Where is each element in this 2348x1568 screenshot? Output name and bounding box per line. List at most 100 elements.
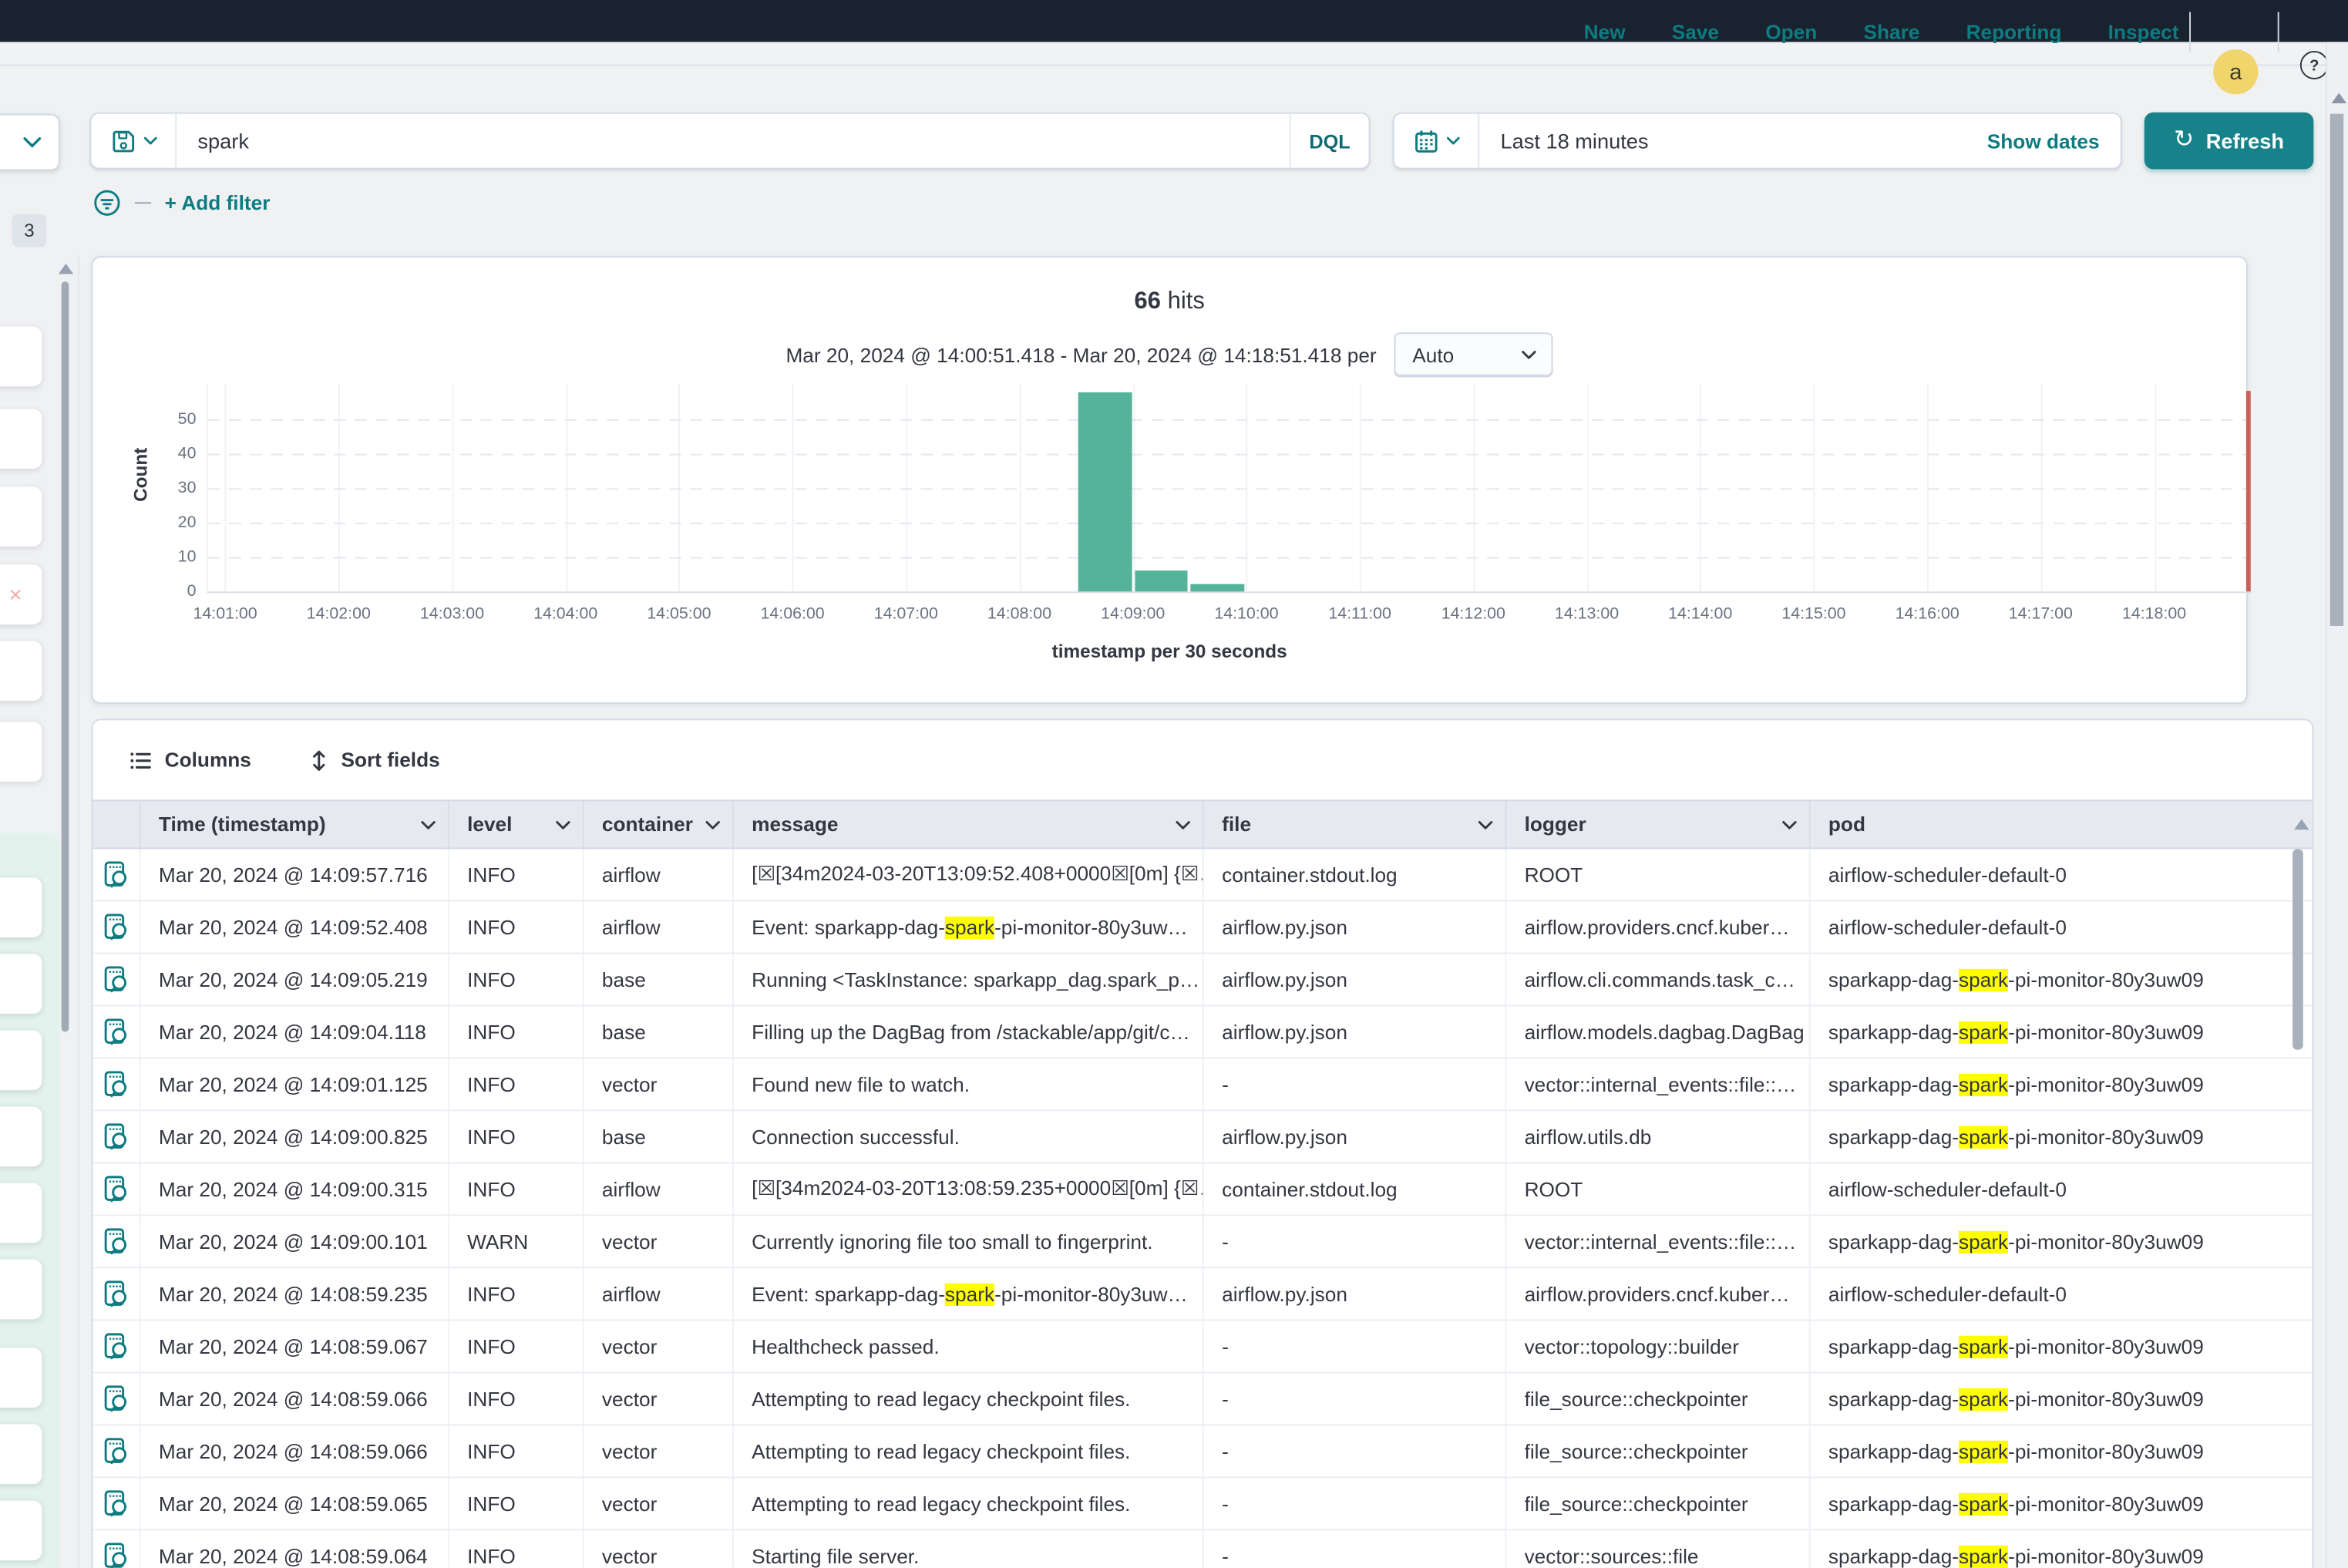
inspect-document-icon[interactable] — [103, 1438, 129, 1465]
sidebar-collapse-button[interactable] — [0, 114, 60, 171]
table-row: Mar 20, 2024 @ 14:09:57.716INFOairflow[☒… — [93, 849, 2312, 901]
cell-logger: airflow.utils.db — [1506, 1111, 1810, 1162]
sidebar-field-button[interactable] — [0, 1348, 42, 1408]
nav-link-new[interactable]: New — [1584, 21, 1626, 43]
cell-pod: sparkapp-dag-spark-pi-monitor-80y3uw09 — [1811, 1111, 2270, 1162]
inspect-document-icon[interactable] — [103, 1333, 129, 1360]
sidebar-field-button[interactable] — [0, 722, 42, 782]
table-scroll-up-icon[interactable] — [2294, 819, 2309, 830]
inspect-document-icon[interactable] — [103, 1123, 129, 1150]
y-gridline — [208, 523, 2251, 524]
search-input[interactable]: spark — [177, 114, 1289, 168]
expand-cell — [93, 1321, 140, 1371]
table-header-level[interactable]: level — [449, 801, 584, 847]
sidebar-field-button[interactable] — [0, 1260, 42, 1320]
nav-link-reporting[interactable]: Reporting — [1966, 21, 2062, 43]
chevron-down-icon[interactable] — [421, 820, 436, 829]
x-tick-label: 14:12:00 — [1411, 605, 1536, 623]
add-filter-button[interactable]: + Add filter — [165, 191, 271, 214]
x-tick-label: 14:06:00 — [730, 605, 856, 623]
show-dates-button[interactable]: Show dates — [1987, 114, 2121, 168]
page-scroll-up-icon[interactable] — [2332, 93, 2346, 103]
sidebar-scroll-up-icon[interactable] — [59, 264, 73, 274]
time-range-value[interactable]: Last 18 minutes — [1479, 114, 1987, 168]
cell-file: airflow.py.json — [1204, 1006, 1506, 1057]
sidebar-field-button[interactable] — [0, 486, 42, 547]
chevron-down-icon[interactable] — [1782, 820, 1797, 829]
inspect-document-icon[interactable] — [103, 1490, 129, 1517]
date-quick-menu[interactable] — [1394, 114, 1480, 168]
chevron-down-icon[interactable] — [1176, 820, 1190, 829]
expand-cell — [93, 1268, 140, 1319]
sort-arrows-icon — [308, 748, 329, 772]
sidebar-field-button[interactable] — [0, 877, 42, 937]
sidebar-field-button[interactable] — [0, 641, 42, 701]
columns-button[interactable]: Columns — [129, 748, 251, 772]
inspect-document-icon[interactable] — [103, 1071, 129, 1098]
sidebar-field-button[interactable] — [0, 954, 42, 1014]
nav-link-save[interactable]: Save — [1672, 21, 1719, 43]
sidebar-field-button[interactable] — [0, 1031, 42, 1091]
sidebar-field-button[interactable] — [0, 1500, 42, 1560]
interval-select[interactable]: Auto — [1394, 332, 1553, 377]
sidebar-field-button[interactable] — [0, 326, 42, 386]
inspect-document-icon[interactable] — [103, 1018, 129, 1045]
avatar[interactable]: a — [2213, 49, 2258, 94]
sort-fields-button[interactable]: Sort fields — [308, 748, 440, 772]
histogram-bar — [1135, 571, 1189, 592]
table-row: Mar 20, 2024 @ 14:09:05.219INFObaseRunni… — [93, 954, 2312, 1006]
cell-message: Healthcheck passed. — [734, 1321, 1204, 1371]
page-scrollbar[interactable] — [2330, 114, 2343, 626]
sidebar-field-button[interactable] — [0, 1107, 42, 1167]
sidebar-field-button[interactable] — [0, 1183, 42, 1243]
sidebar-scrollbar[interactable] — [62, 281, 69, 1031]
table-row: Mar 20, 2024 @ 14:09:00.315INFOairflow[☒… — [93, 1163, 2312, 1216]
nav-link-open[interactable]: Open — [1765, 21, 1817, 43]
table-header-row: Time (timestamp)levelcontainermessagefil… — [93, 799, 2312, 849]
inspect-document-icon[interactable] — [103, 966, 129, 993]
inspect-document-icon[interactable] — [103, 1176, 129, 1203]
saved-query-menu[interactable] — [91, 114, 177, 168]
chevron-down-icon[interactable] — [1478, 820, 1492, 829]
help-icon[interactable]: ? — [2300, 51, 2329, 79]
refresh-button[interactable]: ↻ Refresh — [2144, 113, 2314, 170]
chevron-down-icon[interactable] — [556, 820, 570, 829]
inspect-document-icon[interactable] — [103, 1280, 129, 1307]
sidebar-divider — [78, 254, 79, 1568]
inspect-document-icon[interactable] — [103, 861, 129, 888]
cell-logger: airflow.cli.commands.task_c… — [1506, 954, 1810, 1004]
table-header-pod[interactable]: pod — [1811, 801, 2270, 847]
sidebar-field-button[interactable] — [0, 409, 42, 469]
nav-link-inspect[interactable]: Inspect — [2108, 21, 2179, 43]
table-header-container[interactable]: container — [584, 801, 734, 847]
table-header-time-timestamp[interactable]: Time (timestamp) — [141, 801, 449, 847]
table-body: Mar 20, 2024 @ 14:09:57.716INFOairflow[☒… — [93, 849, 2312, 1567]
cell-pod: airflow-scheduler-default-0 — [1811, 1268, 2270, 1319]
inspect-document-icon[interactable] — [103, 914, 129, 940]
table-header-message[interactable]: message — [734, 801, 1204, 847]
filter-icon[interactable] — [93, 188, 121, 217]
table-header-file[interactable]: file — [1204, 801, 1506, 847]
y-gridline — [208, 488, 2251, 490]
inspect-document-icon[interactable] — [103, 1385, 129, 1412]
chevron-down-icon[interactable] — [705, 820, 720, 829]
cell-time: Mar 20, 2024 @ 14:09:05.219 — [141, 954, 449, 1004]
table-scrollbar[interactable] — [2292, 849, 2303, 1049]
table-header-logger[interactable]: logger — [1506, 801, 1810, 847]
cell-pod: sparkapp-dag-spark-pi-monitor-80y3uw09 — [1811, 1530, 2270, 1568]
remove-field-icon[interactable]: × — [0, 582, 22, 607]
sidebar-field-button[interactable] — [0, 1424, 42, 1484]
highlighted-term: spark — [1959, 1545, 2008, 1567]
documents-table-panel: Columns Sort fields Time (timestamp)leve… — [91, 718, 2313, 1567]
sidebar-field-button[interactable]: × — [0, 564, 42, 624]
highlighted-term: spark — [1959, 1073, 2008, 1095]
inspect-document-icon[interactable] — [103, 1228, 129, 1255]
inspect-document-icon[interactable] — [103, 1543, 129, 1568]
cell-time: Mar 20, 2024 @ 14:09:00.315 — [141, 1163, 449, 1214]
cell-pod: sparkapp-dag-spark-pi-monitor-80y3uw09 — [1811, 1373, 2270, 1424]
cell-file: airflow.py.json — [1204, 1111, 1506, 1162]
nav-link-share[interactable]: Share — [1863, 21, 1919, 43]
cell-text: sparkapp-dag- — [1828, 1021, 1959, 1043]
histogram-plot: 14:01:0014:02:0014:03:0014:04:0014:05:00… — [207, 383, 2251, 593]
query-language-button[interactable]: DQL — [1290, 114, 1369, 168]
